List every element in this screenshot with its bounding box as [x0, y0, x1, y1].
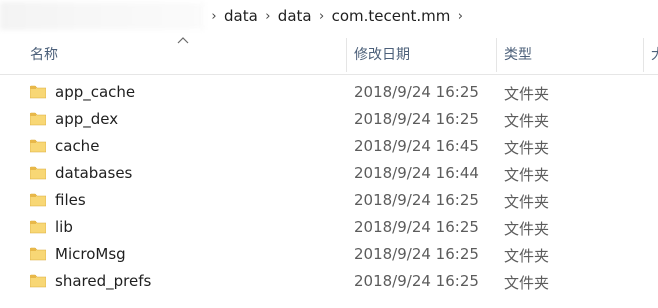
folder-icon	[30, 85, 46, 99]
breadcrumb-item-data-2[interactable]: data	[277, 7, 313, 25]
file-type: 文件夹	[504, 139, 550, 157]
column-header-bar	[0, 34, 658, 75]
file-name: files	[55, 191, 86, 209]
folder-icon	[30, 247, 46, 261]
file-date: 2018/9/24 16:25	[354, 191, 479, 209]
file-name: MicroMsg	[55, 245, 126, 263]
chevron-right-icon[interactable]: ›	[205, 9, 223, 24]
folder-icon	[30, 166, 46, 180]
file-date: 2018/9/24 16:25	[354, 218, 479, 236]
file-explorer-window: › data › data › com.tecent.mm › 名称 修改日期 …	[0, 0, 658, 308]
breadcrumb: › data › data › com.tecent.mm ›	[205, 6, 469, 26]
column-header-date-modified[interactable]: 修改日期	[354, 44, 410, 64]
column-header-size[interactable]: 大	[651, 44, 658, 64]
file-date: 2018/9/24 16:25	[354, 245, 479, 263]
file-type: 文件夹	[504, 85, 550, 103]
file-type: 文件夹	[504, 274, 550, 292]
column-header-name[interactable]: 名称	[30, 44, 58, 64]
column-divider[interactable]	[643, 38, 644, 72]
file-row[interactable]: app_cache 2018/9/24 16:25 文件夹	[0, 79, 658, 106]
folder-icon	[30, 139, 46, 153]
folder-icon	[30, 274, 46, 288]
folder-icon	[30, 220, 46, 234]
file-name: lib	[55, 218, 73, 236]
file-name: databases	[55, 164, 133, 182]
file-type: 文件夹	[504, 247, 550, 265]
file-date: 2018/9/24 16:25	[354, 272, 479, 290]
file-name: cache	[55, 137, 100, 155]
address-bar[interactable]: › data › data › com.tecent.mm ›	[0, 0, 658, 34]
chevron-right-icon[interactable]: ›	[313, 9, 331, 24]
file-name: app_dex	[55, 110, 119, 128]
file-name: app_cache	[55, 83, 136, 101]
file-row[interactable]: shared_prefs 2018/9/24 16:25 文件夹	[0, 268, 658, 295]
folder-icon	[30, 112, 46, 126]
file-row[interactable]: app_dex 2018/9/24 16:25 文件夹	[0, 106, 658, 133]
breadcrumb-item-current[interactable]: com.tecent.mm	[331, 7, 452, 25]
file-row[interactable]: cache 2018/9/24 16:45 文件夹	[0, 133, 658, 160]
file-date: 2018/9/24 16:25	[354, 110, 479, 128]
file-date: 2018/9/24 16:45	[354, 137, 479, 155]
column-divider[interactable]	[496, 38, 497, 72]
file-type: 文件夹	[504, 220, 550, 238]
blurred-path-region	[0, 2, 205, 30]
file-type: 文件夹	[504, 193, 550, 211]
file-date: 2018/9/24 16:25	[354, 83, 479, 101]
file-list: app_cache 2018/9/24 16:25 文件夹 app_dex 20…	[0, 79, 658, 295]
chevron-right-icon[interactable]: ›	[259, 9, 277, 24]
file-type: 文件夹	[504, 166, 550, 184]
breadcrumb-item-data-1[interactable]: data	[223, 7, 259, 25]
file-row[interactable]: lib 2018/9/24 16:25 文件夹	[0, 214, 658, 241]
file-row[interactable]: MicroMsg 2018/9/24 16:25 文件夹	[0, 241, 658, 268]
file-row[interactable]: databases 2018/9/24 16:44 文件夹	[0, 160, 658, 187]
file-date: 2018/9/24 16:44	[354, 164, 479, 182]
file-row[interactable]: files 2018/9/24 16:25 文件夹	[0, 187, 658, 214]
chevron-right-icon[interactable]: ›	[451, 9, 469, 24]
file-name: shared_prefs	[55, 272, 152, 290]
column-header-type[interactable]: 类型	[504, 44, 532, 64]
column-divider[interactable]	[346, 38, 347, 72]
file-type: 文件夹	[504, 112, 550, 130]
sort-ascending-icon	[177, 37, 189, 44]
folder-icon	[30, 193, 46, 207]
